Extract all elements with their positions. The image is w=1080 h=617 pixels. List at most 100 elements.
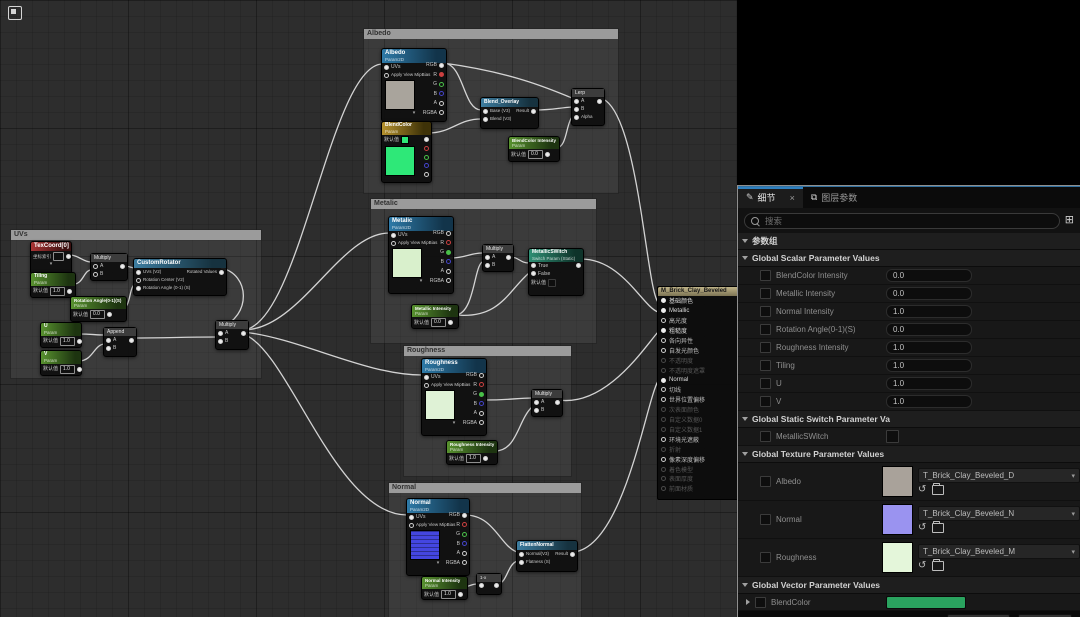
node-metallic-intensity[interactable]: Metallic Intensity Param 默认值 0.0	[411, 304, 459, 329]
asset-dropdown[interactable]: T_Brick_Clay_Beveled_N ▾	[918, 506, 1080, 521]
input-pin-a[interactable]	[574, 98, 579, 104]
output-pin-g[interactable]	[446, 249, 451, 255]
browse-to-asset-icon[interactable]	[932, 559, 945, 571]
param-value-field[interactable]: 1.0	[886, 377, 972, 390]
output-pin-g[interactable]	[439, 81, 444, 87]
input-pin-mipbias[interactable]	[409, 522, 414, 528]
input-pin-b[interactable]	[106, 345, 111, 351]
param-value-field[interactable]: 0.0	[886, 323, 972, 336]
output-pin-rgba[interactable]	[479, 420, 484, 425]
input-pin-a[interactable]	[106, 337, 111, 343]
input-pin-a[interactable]	[218, 330, 223, 336]
output-pin[interactable]	[494, 583, 499, 588]
override-checkbox[interactable]	[760, 431, 771, 442]
output-pin-b[interactable]	[446, 259, 451, 264]
input-pin-normal[interactable]	[661, 377, 666, 383]
output-pin-a[interactable]	[424, 171, 429, 177]
color-swatch[interactable]	[886, 595, 966, 609]
input-pin-flatness[interactable]	[519, 559, 524, 565]
output-pin-a[interactable]	[439, 100, 444, 106]
input-pin-anisotropy[interactable]	[661, 338, 666, 343]
view-options-icon[interactable]: ⊞	[1065, 215, 1074, 226]
input-pin-b[interactable]	[485, 262, 490, 268]
default-value[interactable]: 0.0	[431, 318, 447, 327]
override-checkbox[interactable]	[760, 396, 771, 407]
output-pin[interactable]	[219, 269, 224, 275]
output-pin-rgb[interactable]	[479, 372, 484, 378]
asset-dropdown[interactable]: T_Brick_Clay_Beveled_D ▾	[918, 468, 1080, 483]
use-selected-asset-icon[interactable]: ↺	[918, 561, 926, 571]
default-value[interactable]: 1.0	[60, 364, 76, 374]
node-lerp[interactable]: Lerp A B Alpha	[571, 88, 605, 126]
input-pin-false[interactable]	[531, 271, 536, 276]
node-multiply-roughness[interactable]: Multiply A B	[531, 389, 563, 417]
expander-icon[interactable]	[746, 599, 750, 605]
param-value-field[interactable]: 1.0	[886, 359, 972, 372]
input-pin-metallic[interactable]	[661, 308, 666, 314]
param-value-field[interactable]: 0.0	[886, 287, 972, 300]
override-checkbox[interactable]	[760, 476, 771, 487]
output-pin[interactable]	[545, 152, 551, 157]
input-pin-rotation-angle[interactable]	[136, 285, 141, 291]
output-pin[interactable]	[241, 330, 246, 336]
node-blendcolor-intensity[interactable]: BlendColor Intensity Param 默认值 0.0	[508, 136, 560, 162]
default-value[interactable]: 0.0	[528, 150, 544, 159]
close-icon[interactable]: ×	[790, 193, 795, 203]
browse-to-asset-icon[interactable]	[932, 521, 945, 533]
input-pin-rotation-center[interactable]	[136, 277, 141, 283]
param-value-field[interactable]: 1.0	[886, 341, 972, 354]
output-pin-r[interactable]	[479, 382, 484, 387]
texture-thumbnail[interactable]	[882, 542, 913, 573]
output-pin-g[interactable]	[479, 391, 484, 397]
default-value[interactable]: 1.0	[466, 454, 482, 463]
override-checkbox[interactable]	[760, 270, 771, 281]
node-normal-intensity[interactable]: Normal Intensity Param 默认值 1.0	[421, 576, 468, 600]
input-pin-b[interactable]	[93, 271, 98, 277]
output-pin-rgb[interactable]	[446, 230, 451, 236]
input-pin-base[interactable]	[483, 108, 488, 114]
section-texture-params[interactable]: Global Texture Parameter Values	[738, 446, 1080, 463]
input-pin-wpo[interactable]	[661, 397, 666, 403]
input-pin-a[interactable]	[534, 399, 539, 405]
output-pin[interactable]	[107, 312, 113, 317]
node-multiply-uv-final[interactable]: Multiply A B	[215, 320, 249, 350]
output-pin[interactable]	[570, 551, 575, 557]
output-pin[interactable]	[531, 108, 536, 114]
override-checkbox[interactable]	[755, 596, 766, 608]
material-result-node[interactable]: M_Brick_Clay_Beveled 基础颜色 Metallic 高光度 粗…	[657, 286, 743, 500]
override-checkbox[interactable]	[760, 342, 771, 353]
output-pin-rgba[interactable]	[462, 560, 467, 565]
node-blendcolor-param[interactable]: BlendColor Param 默认值	[381, 121, 432, 183]
output-pin[interactable]	[66, 254, 71, 259]
input-pin-uvs[interactable]	[391, 232, 396, 238]
output-pin-a[interactable]	[446, 268, 451, 274]
node-roughness-intensity[interactable]: Roughness Intensity Param 默认值 1.0	[446, 440, 498, 465]
output-pin-rgb[interactable]	[439, 62, 444, 68]
override-checkbox[interactable]	[760, 514, 771, 525]
input-pin-mipbias[interactable]	[391, 240, 396, 246]
comment-title[interactable]: Roughness	[404, 346, 571, 356]
use-selected-asset-icon[interactable]: ↺	[918, 523, 926, 533]
node-roughness-texture[interactable]: Roughness Param2D UVs Apply View MipBias …	[421, 358, 487, 436]
section-scalar-params[interactable]: Global Scalar Parameter Values	[738, 250, 1080, 267]
override-checkbox[interactable]	[760, 324, 771, 335]
output-pin[interactable]	[506, 254, 511, 260]
override-checkbox[interactable]	[760, 306, 771, 317]
output-pin-g[interactable]	[462, 531, 467, 537]
input-pin[interactable]	[479, 583, 484, 588]
node-blend-overlay[interactable]: Blend_Overlay Base (V3) Result Blend (V3)	[480, 97, 539, 129]
output-pin-g[interactable]	[424, 154, 429, 160]
comment-title[interactable]: Albedo	[364, 29, 618, 39]
input-pin-basecolor[interactable]	[661, 298, 666, 304]
texture-thumbnail[interactable]	[882, 466, 913, 497]
override-checkbox[interactable]	[760, 378, 771, 389]
comment-title[interactable]: Normal	[389, 483, 581, 493]
node-one-minus[interactable]: 1-x	[476, 573, 502, 595]
input-pin-uvs[interactable]	[409, 514, 414, 520]
output-pin-b[interactable]	[439, 91, 444, 96]
input-pin-a[interactable]	[485, 254, 490, 260]
default-value[interactable]: 1.0	[441, 590, 457, 599]
output-pin[interactable]	[448, 320, 454, 325]
switch-value-checkbox[interactable]	[886, 430, 899, 443]
node-multiply-uv[interactable]: Multiply A B	[90, 253, 128, 281]
